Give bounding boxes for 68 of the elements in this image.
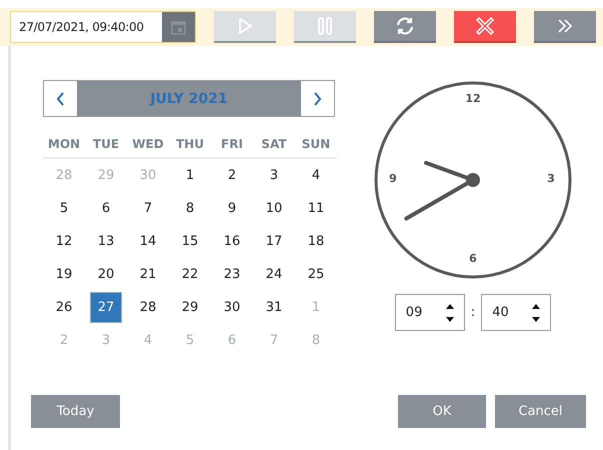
calendar-day[interactable]: 21 xyxy=(132,259,164,290)
calendar-day[interactable]: 23 xyxy=(216,259,248,290)
calendar-day[interactable]: 27 xyxy=(90,292,122,323)
calendar-day[interactable]: 24 xyxy=(258,259,290,290)
calendar-day[interactable]: 29 xyxy=(174,292,206,323)
calendar-day[interactable]: 13 xyxy=(90,226,122,257)
calendar-day[interactable]: 12 xyxy=(48,226,80,257)
refresh-button[interactable] xyxy=(374,11,436,43)
decrement-button[interactable] xyxy=(446,316,454,322)
up-arrow-icon xyxy=(532,304,540,308)
calendar-day[interactable]: 7 xyxy=(132,193,164,224)
weekday-label: SUN xyxy=(295,131,337,159)
calendar-day[interactable]: 31 xyxy=(258,292,290,323)
calendar-day[interactable]: 14 xyxy=(132,226,164,257)
chevron-left-icon xyxy=(56,92,65,106)
clock-numeral: 3 xyxy=(547,172,555,185)
chevron-right-icon xyxy=(313,92,322,106)
up-arrow-icon xyxy=(446,304,454,308)
calendar-day[interactable]: 5 xyxy=(48,193,80,224)
hour-field[interactable]: 09 xyxy=(394,294,465,331)
calendar-day[interactable]: 26 xyxy=(48,292,80,323)
datetime-field[interactable]: 27/07/2021, 09:40:00 xyxy=(10,11,196,43)
calendar-day[interactable]: 9 xyxy=(216,193,248,224)
refresh-icon xyxy=(395,16,415,36)
calendar-day[interactable]: 19 xyxy=(48,259,80,290)
pause-icon xyxy=(318,17,332,35)
double-chevron-icon xyxy=(557,18,573,34)
calendar-day[interactable]: 8 xyxy=(174,193,206,224)
calendar-day[interactable]: 30 xyxy=(216,292,248,323)
calendar-day[interactable]: 11 xyxy=(300,193,332,224)
calendar-day[interactable]: 22 xyxy=(174,259,206,290)
previous-month-button[interactable] xyxy=(44,81,77,116)
clock-numeral: 12 xyxy=(465,92,481,105)
minute-field[interactable]: 40 xyxy=(481,294,552,331)
weekday-label: SAT xyxy=(253,131,295,159)
increment-button[interactable] xyxy=(446,304,454,308)
weekday-label: FRI xyxy=(211,131,253,159)
down-arrow-icon xyxy=(446,316,454,322)
weekday-label: MON xyxy=(43,131,85,159)
weekday-label: THU xyxy=(169,131,211,159)
calendar-day[interactable]: 1 xyxy=(174,160,206,191)
play-icon xyxy=(238,18,252,34)
calendar-day[interactable]: 10 xyxy=(258,193,290,224)
decrement-button[interactable] xyxy=(532,316,540,322)
weekday-label: WED xyxy=(127,131,169,159)
next-month-button[interactable] xyxy=(301,81,334,116)
calendar-day[interactable]: 18 xyxy=(300,226,332,257)
calendar-day[interactable]: 25 xyxy=(300,259,332,290)
calendar-day[interactable]: 16 xyxy=(216,226,248,257)
calendar-day[interactable]: 28 xyxy=(132,292,164,323)
down-arrow-icon xyxy=(532,316,540,322)
calendar-day[interactable]: 4 xyxy=(300,160,332,191)
clock-numeral: 9 xyxy=(389,172,397,185)
stop-button[interactable] xyxy=(454,11,516,43)
close-icon xyxy=(476,17,494,35)
calendar-day[interactable]: 15 xyxy=(174,226,206,257)
calendar-day[interactable]: 17 xyxy=(258,226,290,257)
calendar-icon xyxy=(171,20,186,34)
increment-button[interactable] xyxy=(532,304,540,308)
calendar-day[interactable]: 3 xyxy=(258,160,290,191)
calendar-day[interactable]: 2 xyxy=(216,160,248,191)
clock-numeral: 6 xyxy=(469,252,477,265)
forward-button[interactable] xyxy=(534,11,596,43)
weekday-label: TUE xyxy=(85,131,127,159)
time-separator: : xyxy=(470,305,476,320)
calendar-day[interactable]: 20 xyxy=(90,259,122,290)
month-title: JULY 2021 xyxy=(148,90,229,108)
calendar-day[interactable]: 6 xyxy=(90,193,122,224)
